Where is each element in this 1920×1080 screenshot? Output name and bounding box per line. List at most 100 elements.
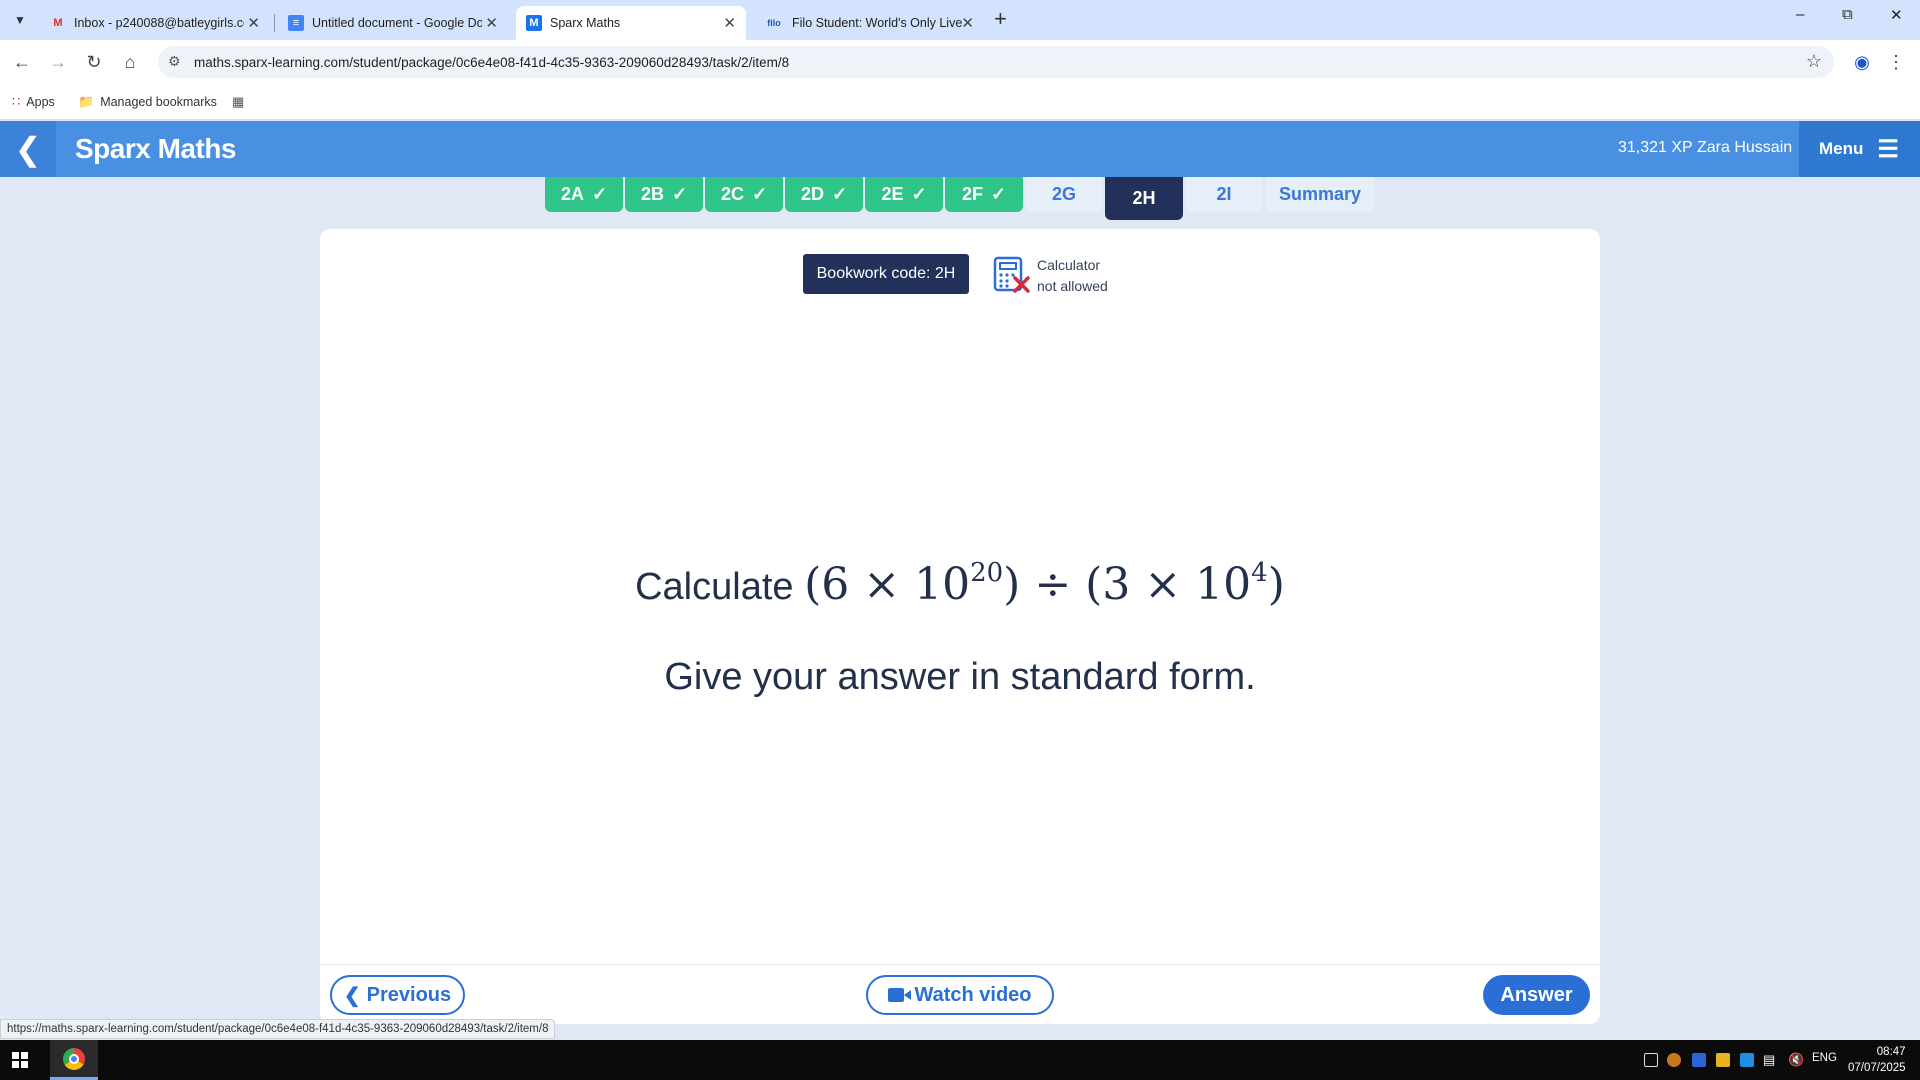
answer-button[interactable]: Answer [1483, 975, 1590, 1015]
calculate-word: Calculate [635, 566, 794, 608]
tab-search-dropdown-icon[interactable]: ▼ [8, 8, 32, 32]
tab-groups-icon[interactable]: ▦ [232, 94, 250, 110]
task-tab-label: 2E [881, 184, 904, 204]
chrome-icon [63, 1047, 85, 1070]
tab-title: Sparx Maths [550, 16, 621, 30]
browser-tab-docs[interactable]: ≡ Untitled document - Google Do ✕ [278, 6, 508, 40]
tray-app-icon[interactable] [1740, 1053, 1754, 1067]
hamburger-icon: ☰ [1877, 135, 1899, 163]
bookmark-label: Apps [26, 95, 55, 109]
bookwork-code-badge: Bookwork code: 2H [803, 254, 969, 294]
xp-counter: 31,321 XP [1618, 139, 1693, 156]
task-tab-2b[interactable]: 2B ✓ [625, 177, 703, 212]
apps-grid-icon: ∷ [12, 94, 21, 109]
math-part: (6 × 10 [804, 559, 971, 610]
task-tab-2e[interactable]: 2E ✓ [865, 177, 943, 212]
check-icon: ✓ [831, 184, 848, 204]
system-clock[interactable]: 08:47 07/07/2025 [1848, 1044, 1906, 1076]
previous-button[interactable]: ❮ Previous [330, 975, 465, 1015]
tab-title: Inbox - p240088@batleygirls.co [74, 16, 244, 30]
question-text: Calculate (6 × 1020) ÷ (3 × 104) [320, 558, 1600, 610]
bookmark-apps[interactable]: ∷ Apps [12, 94, 55, 110]
back-chevron-icon[interactable]: ❮ [0, 121, 56, 177]
url-text[interactable]: maths.sparx-learning.com/student/package… [194, 55, 789, 70]
clock-date: 07/07/2025 [1848, 1062, 1906, 1074]
profile-icon[interactable]: ◉ [1848, 48, 1876, 76]
language-indicator[interactable]: ENG [1812, 1052, 1837, 1064]
task-tab-2a[interactable]: 2A ✓ [545, 177, 623, 212]
tab-divider [274, 14, 275, 32]
forward-arrow-icon[interactable]: → [44, 48, 72, 76]
tray-app-icon[interactable] [1692, 1053, 1706, 1067]
gmail-icon: M [53, 17, 63, 29]
address-bar[interactable]: ⚙ maths.sparx-learning.com/student/packa… [158, 46, 1834, 78]
check-icon: ✓ [990, 184, 1007, 204]
task-tab-2f[interactable]: 2F ✓ [945, 177, 1023, 212]
restore-icon[interactable]: ⧉ [1842, 6, 1853, 23]
math-expression: (6 × 1020) ÷ (3 × 104) [804, 558, 1285, 610]
tray-app-icon[interactable] [1716, 1053, 1730, 1067]
windows-start-icon[interactable] [12, 1052, 28, 1068]
volume-muted-icon[interactable]: 🔇 [1788, 1052, 1804, 1068]
close-tab-icon[interactable]: ✕ [961, 14, 974, 32]
bookmark-star-icon[interactable]: ☆ [1806, 51, 1822, 72]
task-tab-label: 2B [640, 184, 664, 204]
task-tab-2d[interactable]: 2D ✓ [785, 177, 863, 212]
task-tab-2h[interactable]: 2H [1105, 177, 1183, 220]
bookmarks-bar: ∷ Apps 📁 Managed bookmarks ▦ [0, 84, 1920, 120]
task-tab-label: 2H [1132, 188, 1156, 208]
check-icon: ✓ [591, 184, 608, 204]
grid-icon: ▦ [232, 94, 245, 109]
back-arrow-icon[interactable]: ← [8, 48, 36, 76]
task-tab-label: 2A [560, 184, 584, 204]
chrome-taskbar-button[interactable] [50, 1040, 98, 1080]
video-camera-icon [888, 988, 912, 1002]
browser-tabstrip: ▼ M Inbox - p240088@batleygirls.co ✕ ≡ U… [0, 0, 1920, 40]
tray-app-icon[interactable] [1667, 1053, 1681, 1067]
math-exponent: 4 [1251, 558, 1268, 588]
site-info-icon[interactable]: ⚙ [168, 53, 181, 70]
browser-tab-sparx[interactable]: M Sparx Maths ✕ [516, 6, 746, 40]
question-card [320, 229, 1600, 1024]
task-tab-label: 2C [720, 184, 744, 204]
tray-app-icon[interactable] [1644, 1053, 1658, 1067]
reload-icon[interactable]: ↻ [80, 48, 108, 76]
close-tab-icon[interactable]: ✕ [247, 14, 260, 32]
task-tab-summary[interactable]: Summary [1265, 177, 1375, 212]
windows-taskbar: ▤ 🔇 ENG 08:47 07/07/2025 [0, 1040, 1920, 1080]
bookmark-label: Managed bookmarks [100, 95, 217, 109]
bookmark-managed[interactable]: 📁 Managed bookmarks [78, 94, 217, 110]
watch-video-button[interactable]: Watch video [866, 975, 1054, 1015]
math-part: ) ÷ (3 × 10 [1003, 559, 1252, 610]
minimize-icon[interactable]: – [1796, 6, 1804, 23]
close-tab-icon[interactable]: ✕ [723, 14, 736, 32]
task-tab-2i[interactable]: 2I [1185, 177, 1263, 212]
link-status-bar: https://maths.sparx-learning.com/student… [0, 1019, 556, 1039]
check-icon: ✓ [911, 184, 927, 204]
question-instruction: Give your answer in standard form. [664, 656, 1256, 698]
menu-label: Menu [1819, 139, 1864, 158]
check-icon: ✓ [751, 184, 768, 204]
check-icon: ✓ [671, 184, 688, 204]
math-part: ) [1267, 559, 1285, 610]
window-close-icon[interactable]: ✕ [1890, 6, 1903, 24]
browser-tab-filo[interactable]: filo Filo Student: World's Only Live ✕ [754, 6, 984, 40]
new-tab-icon[interactable]: + [994, 6, 1007, 32]
tab-title: Untitled document - Google Do [312, 16, 482, 30]
clock-time: 08:47 [1876, 1046, 1906, 1058]
browser-tab-gmail[interactable]: M Inbox - p240088@batleygirls.co ✕ [40, 6, 270, 40]
calculator-not-allowed-icon [993, 256, 1030, 293]
menu-button[interactable]: Menu ☰ [1799, 121, 1920, 177]
task-tab-label: 2G [1051, 184, 1076, 204]
task-tab-label: 2D [800, 184, 824, 204]
home-icon[interactable]: ⌂ [116, 48, 144, 76]
task-tab-2c[interactable]: 2C ✓ [705, 177, 783, 212]
close-tab-icon[interactable]: ✕ [485, 14, 498, 32]
docs-icon: ≡ [288, 15, 304, 31]
task-tab-label: 2I [1216, 184, 1232, 204]
task-tab-2g[interactable]: 2G [1025, 177, 1103, 212]
network-icon[interactable]: ▤ [1763, 1052, 1775, 1068]
filo-icon: filo [767, 18, 781, 28]
user-name[interactable]: Zara Hussain [1697, 139, 1792, 157]
more-options-icon[interactable]: ⋮ [1886, 48, 1906, 76]
